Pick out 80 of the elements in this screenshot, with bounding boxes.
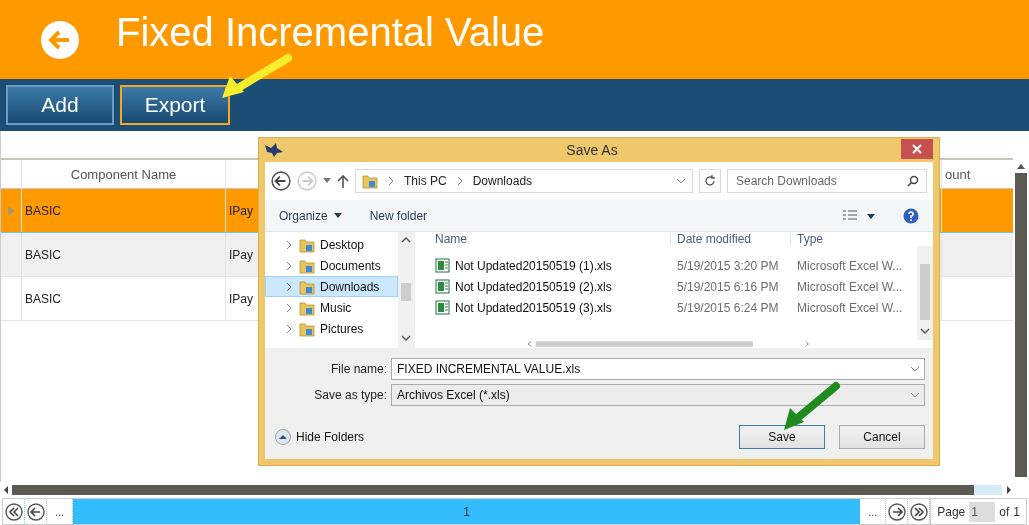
spreadsheet-icon <box>435 279 450 294</box>
view-options-icon[interactable] <box>843 209 875 222</box>
add-button[interactable]: Add <box>6 85 114 125</box>
close-button[interactable] <box>901 139 933 159</box>
file-row[interactable]: Not Updated20150519 (2).xls 5/19/2015 6:16 PM Microsoft Excel W... <box>415 276 917 297</box>
dropdown-icon[interactable] <box>323 178 331 184</box>
nav-item[interactable]: Music <box>265 297 398 318</box>
file-row[interactable]: Not Updated20150519 (1).xls 5/19/2015 3:20 PM Microsoft Excel W... <box>415 255 917 276</box>
column-header: Component Name <box>21 160 225 188</box>
file-type-dropdown[interactable]: Archivos Excel (*.xls) <box>391 384 925 406</box>
dialog-title: Save As <box>566 142 618 158</box>
hide-folders-button[interactable]: Hide Folders <box>275 429 365 445</box>
save-button[interactable]: Save <box>739 425 825 449</box>
page-label: Page <box>937 504 966 519</box>
previous-page-icon[interactable] <box>26 502 45 521</box>
expand-icon <box>284 301 294 314</box>
caret-icon <box>333 213 342 218</box>
field-label: File name: <box>329 362 387 376</box>
search-icon <box>907 175 919 187</box>
folder-icon <box>299 257 315 274</box>
table-cell: BASIC <box>21 277 225 320</box>
next-page-icon[interactable] <box>887 502 906 521</box>
file-row[interactable]: Not Updated20150519 (3).xls 5/19/2015 6:24 PM Microsoft Excel W... <box>415 297 917 318</box>
page-button[interactable]: 1 <box>73 499 861 524</box>
page-total: 1 <box>1013 504 1020 519</box>
column-header[interactable]: Type <box>791 232 917 246</box>
new-folder-button[interactable]: New folder <box>369 208 428 223</box>
chevron-icon <box>386 175 396 187</box>
file-type: Microsoft Excel W... <box>796 299 904 317</box>
table-cell: BASIC <box>21 233 225 276</box>
expand-icon <box>284 322 294 335</box>
address-bar[interactable]: This PC Downloads <box>355 169 693 193</box>
close-icon <box>912 144 922 154</box>
of-label: of <box>999 504 1010 519</box>
search-field[interactable]: Search Downloads <box>727 169 927 193</box>
column-header[interactable]: Date modified <box>671 232 791 246</box>
last-page-icon[interactable] <box>909 502 928 521</box>
expand-icon <box>284 238 294 251</box>
help-icon[interactable] <box>903 207 919 224</box>
nav-item[interactable]: Desktop <box>265 234 398 255</box>
folder-icon <box>299 320 315 337</box>
column-header[interactable]: Name <box>415 232 671 246</box>
field-label: Save as type: <box>313 388 387 402</box>
file-date: 5/19/2015 3:20 PM <box>676 257 780 275</box>
pager-ellipsis[interactable]: ... <box>860 499 887 524</box>
file-type: Microsoft Excel W... <box>796 278 904 296</box>
cancel-button[interactable]: Cancel <box>839 425 925 449</box>
caret-up-icon <box>275 429 291 445</box>
nav-item[interactable]: Downloads <box>265 276 398 297</box>
spreadsheet-icon <box>435 300 450 315</box>
organize-menu[interactable]: Organize <box>279 208 342 223</box>
spreadsheet-icon <box>435 258 450 273</box>
file-date: 5/19/2015 6:24 PM <box>676 299 780 317</box>
back-icon[interactable] <box>271 171 291 191</box>
refresh-icon[interactable] <box>699 169 721 193</box>
bird-icon <box>265 143 283 157</box>
row-pointer-icon <box>7 205 15 216</box>
folder-icon <box>299 299 315 316</box>
page-input[interactable]: 1 <box>969 501 996 522</box>
breadcrumb[interactable]: This PC <box>404 174 447 188</box>
page-title: Fixed Incremental Value <box>116 10 545 56</box>
file-name-field[interactable]: FIXED INCREMENTAL VALUE.xls <box>391 358 925 380</box>
first-page-icon[interactable] <box>4 502 23 521</box>
file-name: Not Updated20150519 (3).xls <box>455 300 612 315</box>
nav-item[interactable]: Documents <box>265 255 398 276</box>
file-name: Not Updated20150519 (1).xls <box>455 258 612 273</box>
folder-icon <box>362 173 378 189</box>
up-arrow-icon[interactable] <box>337 174 349 188</box>
folder-icon <box>299 278 315 295</box>
breadcrumb[interactable]: Downloads <box>472 174 533 188</box>
export-button[interactable]: Export <box>120 85 230 125</box>
table-cell: BASIC <box>21 189 225 232</box>
file-type: Microsoft Excel W... <box>796 257 904 275</box>
expand-icon <box>284 259 294 272</box>
file-date: 5/19/2015 6:16 PM <box>676 278 780 296</box>
folder-icon <box>299 236 315 253</box>
nav-item[interactable]: Pictures <box>265 318 398 339</box>
column-header: ount <box>941 160 1013 188</box>
file-name: Not Updated20150519 (2).xls <box>455 279 612 294</box>
expand-icon <box>284 280 294 293</box>
